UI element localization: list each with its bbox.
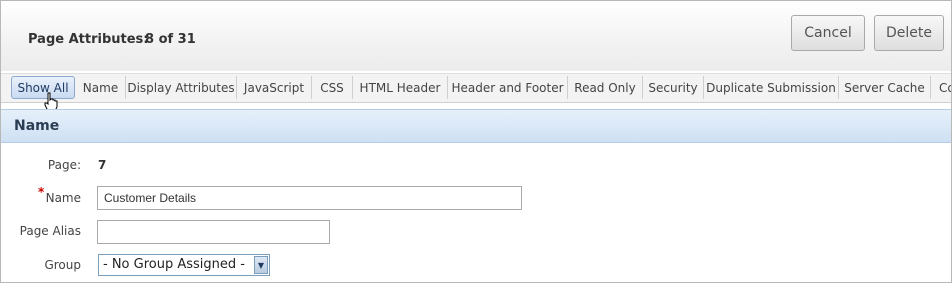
section-title: Name <box>14 118 60 134</box>
group-select-value: - No Group Assigned - <box>103 257 245 272</box>
page-label: Page: <box>47 158 81 172</box>
tab-css[interactable]: CSS <box>312 76 353 99</box>
group-select[interactable]: - No Group Assigned - ▼ <box>98 254 270 276</box>
tab-security[interactable]: Security <box>643 76 704 99</box>
page-header: Page Attributes: 8 of 31 Cancel Delete <box>1 1 951 71</box>
tab-read-only[interactable]: Read Only <box>568 76 643 99</box>
name-input[interactable] <box>97 186 522 210</box>
tab-name[interactable]: Name <box>76 76 126 99</box>
tab-co[interactable]: Co <box>931 76 951 99</box>
page-alias-label: Page Alias <box>19 224 81 238</box>
delete-button[interactable]: Delete <box>874 15 944 51</box>
tab-html-header[interactable]: HTML Header <box>353 76 448 99</box>
record-count: 8 of 31 <box>145 32 196 47</box>
chevron-down-icon[interactable]: ▼ <box>254 256 268 274</box>
tab-header-and-footer[interactable]: Header and Footer <box>448 76 568 99</box>
page-alias-input[interactable] <box>97 220 330 244</box>
section-header: Name <box>1 109 951 143</box>
tab-bar: Show All Name Display Attributes JavaScr… <box>1 73 951 103</box>
page-frame: Page Attributes: 8 of 31 Cancel Delete S… <box>0 0 952 283</box>
cancel-button[interactable]: Cancel <box>791 15 865 51</box>
tab-javascript[interactable]: JavaScript <box>237 76 312 99</box>
name-label: Name <box>45 191 81 205</box>
tab-duplicate-submission[interactable]: Duplicate Submission <box>704 76 839 99</box>
page-title: Page Attributes: <box>28 32 149 47</box>
tab-display-attributes[interactable]: Display Attributes <box>126 76 237 99</box>
tab-server-cache[interactable]: Server Cache <box>839 76 931 99</box>
page-value: 7 <box>98 158 107 172</box>
group-label: Group <box>44 258 81 272</box>
